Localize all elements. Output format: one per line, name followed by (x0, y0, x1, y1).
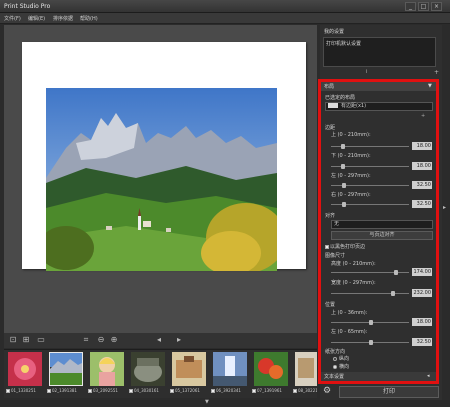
thumbnail-selected[interactable] (49, 352, 83, 386)
thumbnail-checkbox[interactable] (252, 389, 256, 393)
thumbnail-label: 01_1330251 (6, 388, 42, 393)
preview-photo[interactable] (46, 88, 277, 271)
thumbnail-checkbox[interactable] (129, 389, 133, 393)
menu-help[interactable]: 帮助(H) (80, 15, 98, 22)
prev-page-icon[interactable]: ◂ (154, 335, 164, 345)
menu-sort[interactable]: 排序依据 (53, 15, 73, 22)
expand-panel-icon[interactable]: ▸ (443, 204, 446, 211)
gear-icon[interactable]: ⚙ (323, 386, 331, 396)
thumbnail-label: 04_3030161 (129, 388, 165, 393)
menu-edit[interactable]: 编辑(E) (28, 15, 45, 22)
thumbnail-checkbox[interactable] (211, 389, 215, 393)
collapse-thumbnails-icon[interactable]: ▼ (205, 399, 215, 405)
menu-file[interactable]: 文件(F) (4, 15, 21, 22)
thumbnail-label: 02_1391381 (47, 388, 83, 393)
thumbnail[interactable] (131, 352, 165, 386)
fit-to-window-icon[interactable]: ⊡ (8, 335, 18, 345)
thumbnail[interactable] (254, 352, 288, 386)
thumbnail-label: 03_2092551 (88, 388, 124, 393)
display-mode-icon[interactable]: ▭ (36, 335, 46, 345)
thumbnail-checkbox[interactable] (88, 389, 92, 393)
next-page-icon[interactable]: ▸ (174, 335, 184, 345)
add-icon[interactable]: + (434, 69, 439, 76)
thumbnail-checkbox[interactable] (170, 389, 174, 393)
actual-size-icon[interactable]: ⊞ (21, 335, 31, 345)
thumbnail[interactable] (213, 352, 247, 386)
highlight-box (318, 79, 439, 384)
zoom-in-icon[interactable]: ⊕ (109, 335, 119, 345)
thumbnail-label: 06_3920341 (211, 388, 247, 393)
print-button[interactable]: 打印 (339, 386, 439, 398)
thumbnail-label: 05_1372061 (170, 388, 206, 393)
minimize-button[interactable]: _ (405, 2, 416, 11)
preview-toolbar: ⊡ ⊞ ▭ ⌗ ⊖ ⊕ ◂ ▸ (4, 333, 317, 348)
thumbnail-label: 08_3022161 (293, 388, 317, 393)
menu-bar: 文件(F) 编辑(E) 排序依据 帮助(H) (0, 13, 450, 24)
thumbnail[interactable] (90, 352, 124, 386)
window-title: Print Studio Pro (4, 3, 51, 10)
thumbnail-checkbox[interactable] (6, 389, 10, 393)
my-settings-list[interactable]: 打印机默认设置 (323, 37, 436, 67)
my-settings-label: 我的设置 (324, 29, 345, 35)
thumbnail-checkbox[interactable] (293, 389, 297, 393)
thumbnail-label: 07_1391961 (252, 388, 288, 393)
my-settings-item[interactable]: 打印机默认设置 (326, 41, 361, 47)
close-button[interactable]: × (431, 2, 442, 11)
zoom-out-icon[interactable]: ⊖ (96, 335, 106, 345)
thumbnail-strip: 01_1330251 02_1391381 03_2092551 04_3030… (4, 349, 317, 398)
thumbnail[interactable] (8, 352, 42, 386)
title-bar (0, 0, 450, 13)
thumbnail[interactable] (172, 352, 206, 386)
info-icon[interactable]: i (366, 69, 367, 75)
maximize-button[interactable]: □ (418, 2, 429, 11)
thumbnail-checkbox[interactable] (47, 389, 51, 393)
crop-icon[interactable]: ⌗ (81, 335, 91, 345)
